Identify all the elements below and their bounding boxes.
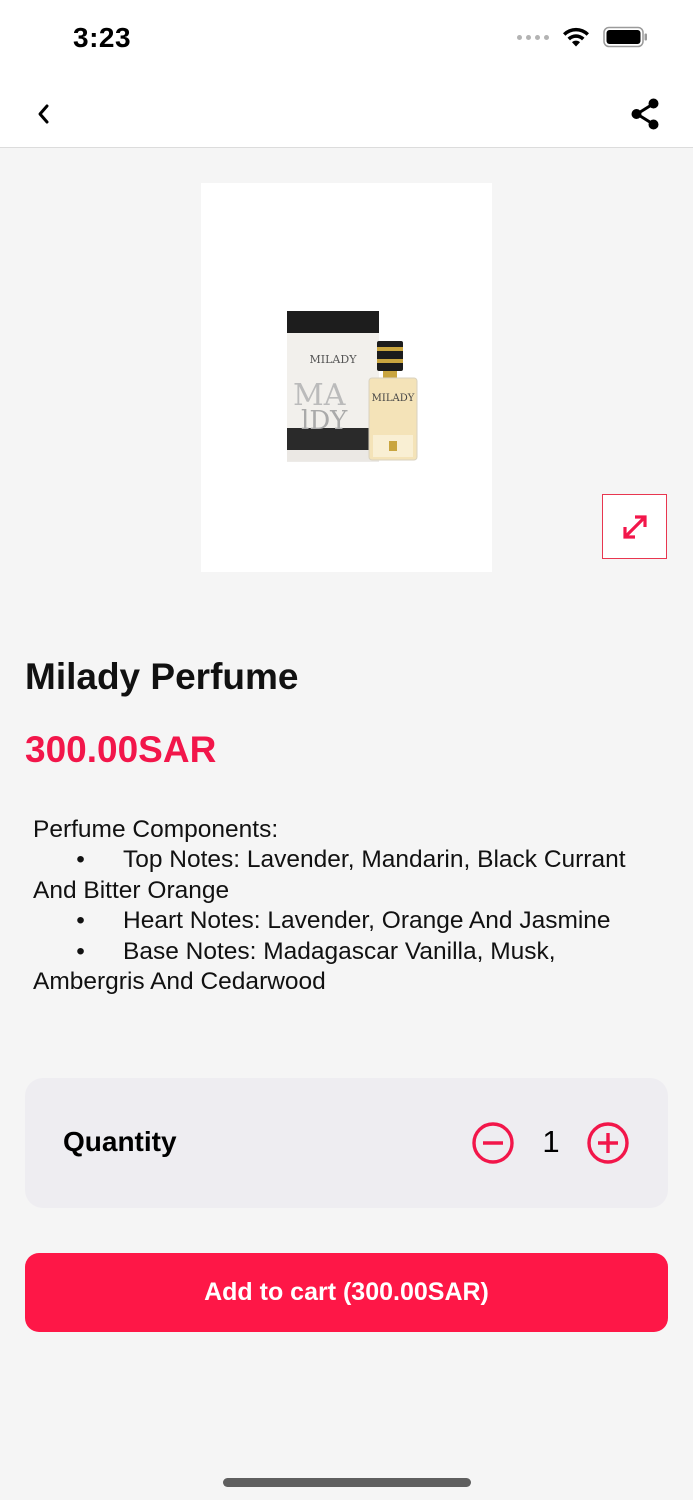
perfume-image: MILADY MA lDY MILADY (287, 311, 418, 462)
share-icon (631, 98, 659, 130)
product-price: 300.00SAR (25, 729, 217, 770)
description-bullet: • Base Notes: Madagascar Vanilla, Musk, (76, 937, 556, 965)
product-description: Perfume Components: • Top Notes: Lavender… (33, 815, 663, 997)
signal-dots-icon (517, 34, 549, 40)
description-bullet: • Heart Notes: Lavender, Orange And Jasmi… (76, 907, 611, 935)
status-bar: 3:23 (0, 0, 693, 80)
navigation-bar (0, 80, 693, 148)
increase-quantity-button[interactable] (586, 1121, 630, 1165)
svg-text:MILADY: MILADY (372, 393, 415, 404)
battery-icon (603, 26, 647, 48)
plus-circle-icon (587, 1122, 629, 1164)
quantity-label: Quantity (63, 1126, 177, 1157)
description-bullet-continuation: And Bitter Orange (33, 876, 230, 904)
chevron-left-icon (38, 104, 49, 124)
home-indicator (223, 1478, 471, 1487)
svg-text:MILADY: MILADY (310, 353, 358, 366)
decrease-quantity-button[interactable] (471, 1121, 515, 1165)
svg-text:lDY: lDY (301, 406, 348, 436)
expand-image-button[interactable] (602, 494, 667, 559)
product-title: Milady Perfume (25, 656, 299, 697)
add-to-cart-button[interactable]: Add to cart (300.00SAR) (25, 1253, 668, 1332)
back-button[interactable] (24, 94, 64, 134)
minus-circle-icon (472, 1122, 514, 1164)
product-image[interactable]: MILADY MA lDY MILADY (201, 183, 492, 572)
description-heading: Perfume Components: (33, 816, 279, 843)
quantity-value: 1 (542, 1124, 560, 1159)
quantity-card: Quantity 1 (25, 1078, 668, 1208)
share-button[interactable] (623, 92, 667, 136)
description-bullet-continuation: Ambergris And Cedarwood (33, 968, 326, 996)
wifi-icon (563, 27, 589, 47)
status-time: 3:23 (73, 22, 132, 53)
description-bullet: • Top Notes: Lavender, Mandarin, Black Cu… (76, 846, 626, 874)
expand-icon (622, 514, 647, 539)
status-icons (517, 26, 649, 48)
